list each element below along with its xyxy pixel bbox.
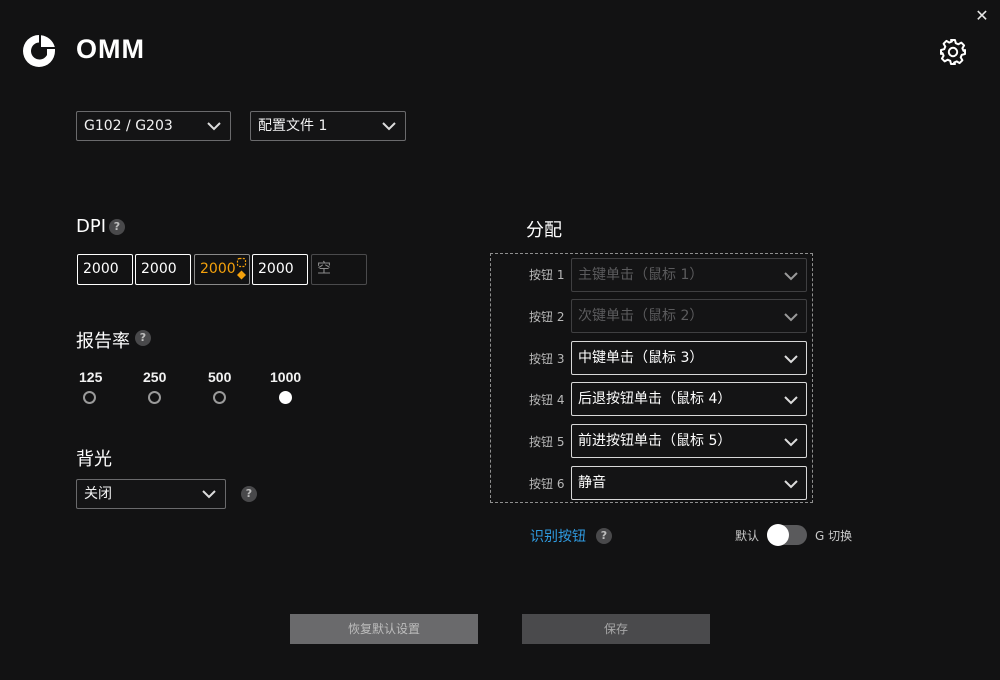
chevron-down-icon [784, 438, 798, 447]
app-title: OMM [76, 34, 145, 64]
identify-buttons-link[interactable]: 识别按钮 [530, 526, 586, 546]
logitech-g-logo [23, 35, 55, 67]
rate-radio-125[interactable] [83, 391, 96, 404]
button-4-assign-select[interactable]: 后退按钮单击（鼠标 4） [571, 382, 807, 416]
button-4-assign-value: 后退按钮单击（鼠标 4） [578, 391, 732, 407]
rate-radio-250[interactable] [148, 391, 161, 404]
dpi-level-2[interactable]: 2000 [135, 254, 191, 285]
button-6-label: 按钮 6 [529, 477, 565, 491]
dpi-level-3-active[interactable]: 2000 [194, 254, 250, 285]
profile-select[interactable]: 配置文件 1 [250, 111, 406, 141]
dpi-level-4[interactable]: 2000 [252, 254, 308, 285]
report-rate-help-icon[interactable]: ? [135, 330, 151, 346]
button-1-label: 按钮 1 [529, 268, 565, 282]
dpi-level-value: 2000 [200, 261, 236, 277]
backlight-help-icon[interactable]: ? [241, 486, 257, 502]
toggle-default-label: 默认 [735, 529, 760, 543]
dpi-level-value: 2000 [258, 261, 294, 277]
button-6-assign-select[interactable]: 静音 [571, 466, 807, 500]
report-rate-heading: 报告率 [76, 331, 130, 352]
button-2-label: 按钮 2 [529, 310, 565, 324]
close-icon[interactable]: ✕ [972, 6, 992, 26]
button-5-assign-value: 前进按钮单击（鼠标 5） [578, 433, 732, 449]
rate-label-500: 500 [208, 369, 232, 385]
button-3-assign-value: 中键单击（鼠标 3） [578, 350, 704, 366]
chevron-down-icon [784, 272, 798, 281]
backlight-select-value: 关闭 [84, 486, 112, 502]
button-1-assign-value: 主键单击（鼠标 1） [578, 267, 704, 283]
chevron-down-icon [202, 490, 216, 499]
button-2-assign-select: 次键单击（鼠标 2） [571, 299, 807, 333]
chevron-down-icon [784, 396, 798, 405]
assign-heading: 分配 [526, 220, 562, 241]
save-button[interactable]: 保存 [522, 614, 710, 644]
dpi-help-icon[interactable]: ? [109, 219, 125, 235]
chevron-down-icon [784, 355, 798, 364]
button-1-assign-select: 主键单击（鼠标 1） [571, 258, 807, 292]
button-2-assign-value: 次键单击（鼠标 2） [578, 308, 704, 324]
identify-help-icon[interactable]: ? [596, 528, 612, 544]
button-6-assign-value: 静音 [578, 475, 606, 491]
dpi-level-value: 2000 [141, 261, 177, 277]
dpi-level-5-empty[interactable]: 空 [311, 254, 367, 285]
button-4-label: 按钮 4 [529, 393, 565, 407]
rate-label-125: 125 [79, 369, 103, 385]
rate-label-250: 250 [143, 369, 167, 385]
toggle-gshift-label: G 切换 [815, 529, 853, 543]
dpi-level-1[interactable]: 2000 [77, 254, 133, 285]
button-5-label: 按钮 5 [529, 435, 565, 449]
gshift-toggle-knob[interactable] [767, 524, 789, 546]
button-3-label: 按钮 3 [529, 352, 565, 366]
device-select-value: G102 / G203 [84, 118, 173, 134]
chevron-down-icon [382, 122, 396, 131]
chevron-down-icon [784, 480, 798, 489]
button-3-assign-select[interactable]: 中键单击（鼠标 3） [571, 341, 807, 375]
button-5-assign-select[interactable]: 前进按钮单击（鼠标 5） [571, 424, 807, 458]
device-select[interactable]: G102 / G203 [76, 111, 231, 141]
backlight-heading: 背光 [76, 449, 112, 470]
chevron-down-icon [784, 313, 798, 322]
profile-select-value: 配置文件 1 [258, 118, 328, 134]
chevron-down-icon [207, 122, 221, 131]
restore-defaults-button[interactable]: 恢复默认设置 [290, 614, 478, 644]
rate-radio-500[interactable] [213, 391, 226, 404]
rate-radio-1000[interactable] [279, 391, 292, 404]
backlight-select[interactable]: 关闭 [76, 479, 226, 509]
dpi-active-marker-icon [236, 257, 247, 280]
gear-icon[interactable] [938, 37, 968, 67]
dpi-heading: DPI [76, 216, 107, 237]
rate-label-1000: 1000 [270, 369, 302, 385]
dpi-level-value: 2000 [83, 261, 119, 277]
dpi-level-value: 空 [317, 261, 331, 277]
